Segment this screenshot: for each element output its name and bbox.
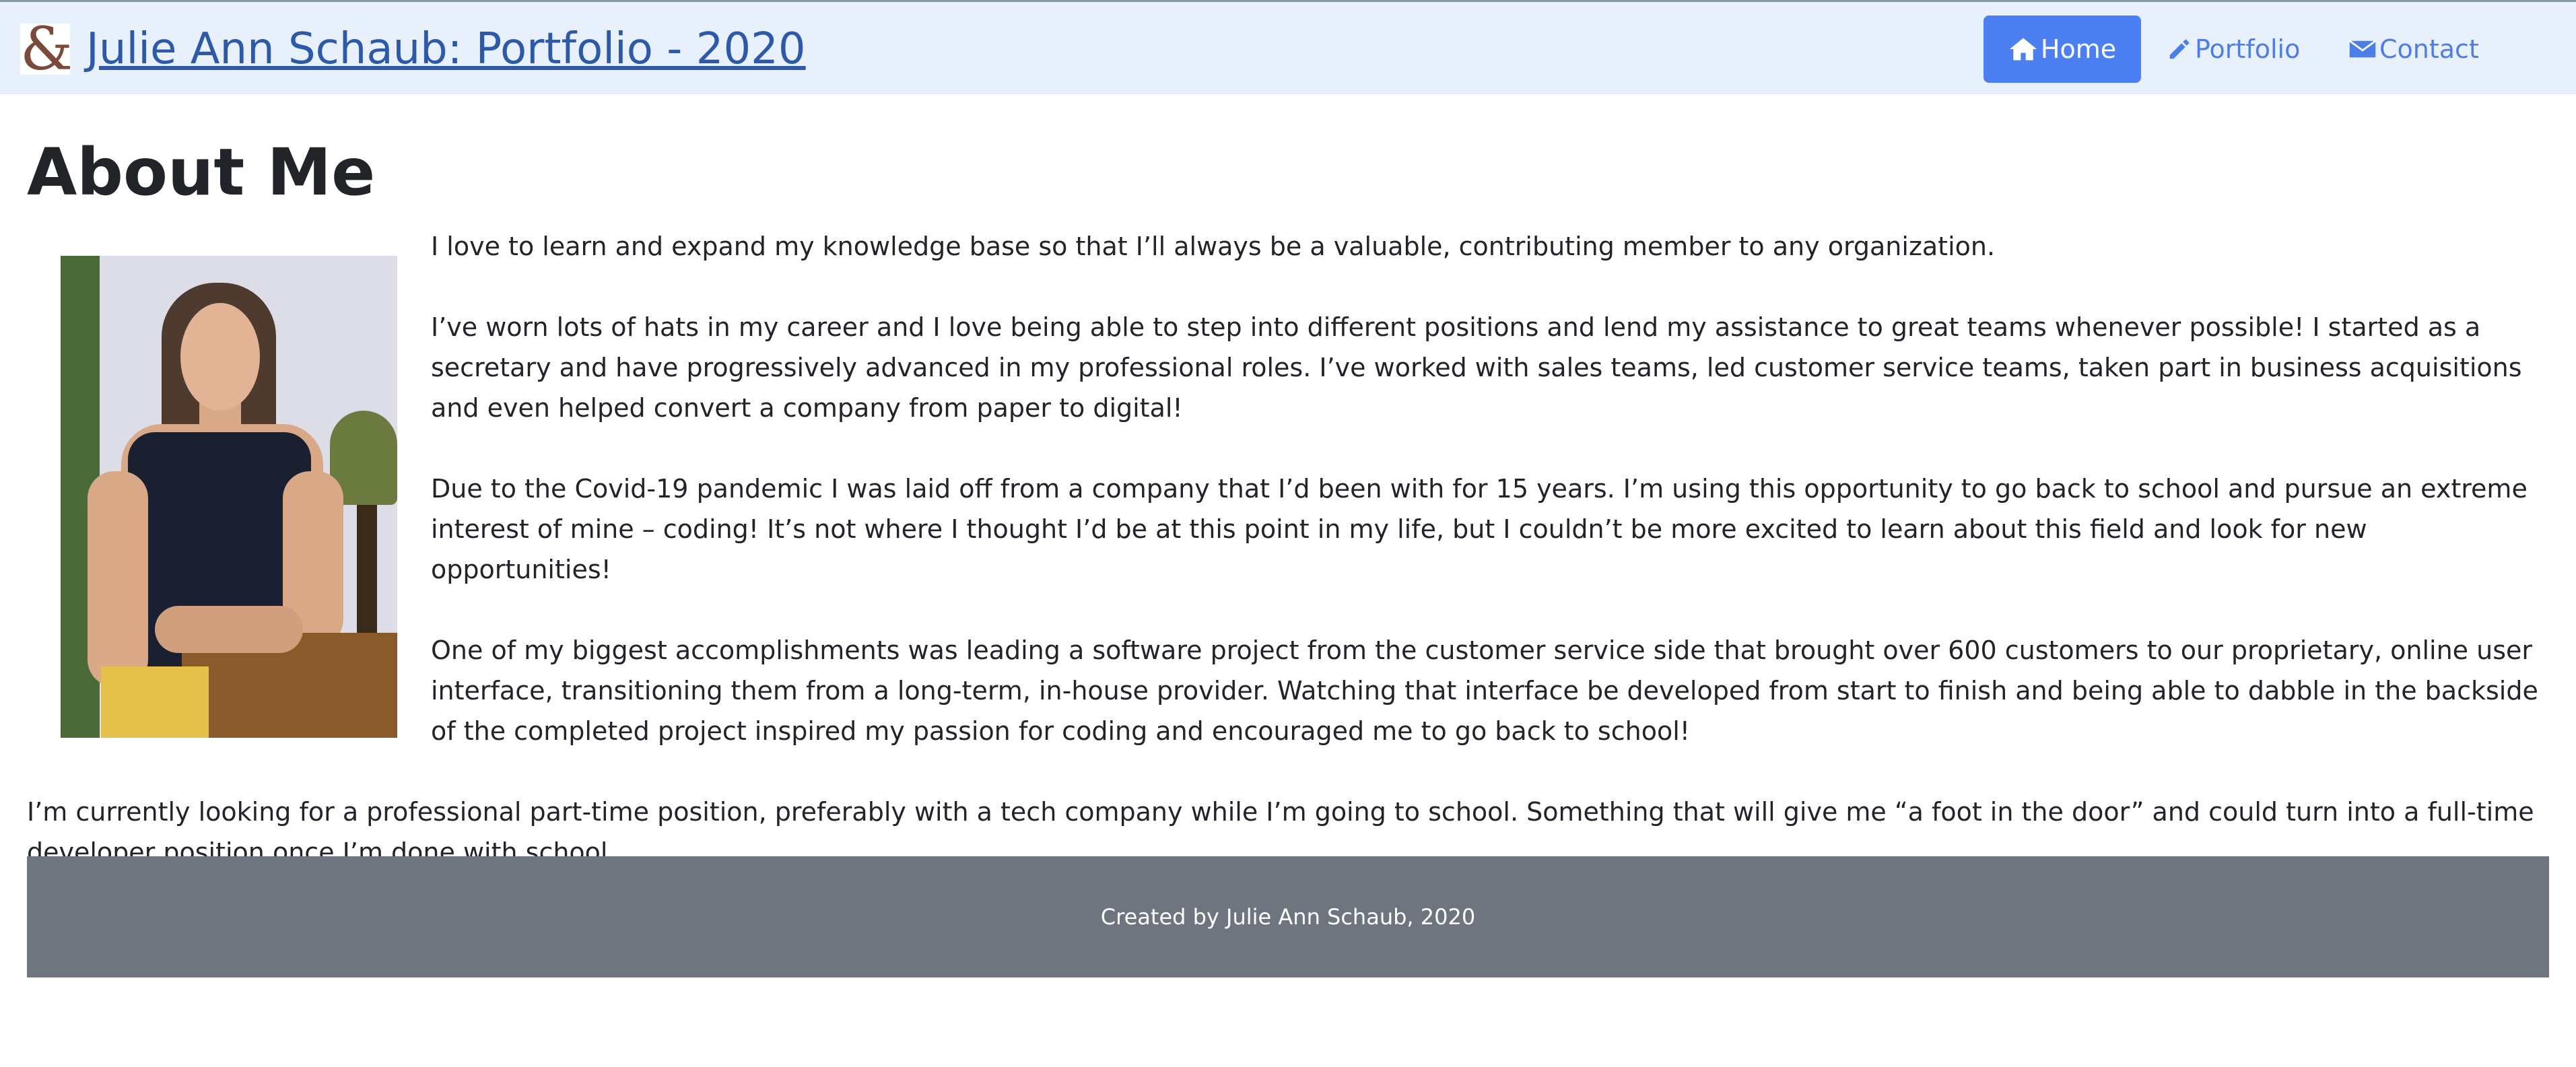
nav-contact-label: Contact [2379,34,2479,64]
nav-contact-link[interactable]: Contact [2348,15,2479,83]
about-paragraph: I love to learn and expand my knowledge … [431,232,1996,261]
footer: Created by Julie Ann Schaub, 2020 [27,856,2549,977]
profile-photo [61,256,397,738]
about-paragraph: Due to the Covid-19 pandemic I was laid … [431,474,2528,584]
page-title: About Me [27,135,376,210]
nav-home-button[interactable]: Home [1984,15,2141,83]
home-icon [2009,38,2037,61]
site-title-link[interactable]: Julie Ann Schaub: Portfolio - 2020 [86,22,806,76]
nav-home-label: Home [2040,34,2117,64]
navbar: & Julie Ann Schaub: Portfolio - 2020 Hom… [0,0,2576,94]
brand-logo[interactable]: & [20,24,70,75]
about-content: I love to learn and expand my knowledge … [27,226,2549,872]
pencil-icon [2169,39,2190,59]
nav-portfolio-link[interactable]: Portfolio [2167,15,2300,83]
about-paragraph: One of my biggest accomplishments was le… [431,635,2538,746]
ampersand-logo-text: & [20,24,70,75]
footer-credit: Created by Julie Ann Schaub, 2020 [1100,904,1476,930]
nav-portfolio-label: Portfolio [2195,34,2301,64]
envelope-icon [2348,40,2377,58]
about-paragraph: I’ve worn lots of hats in my career and … [431,312,2522,423]
